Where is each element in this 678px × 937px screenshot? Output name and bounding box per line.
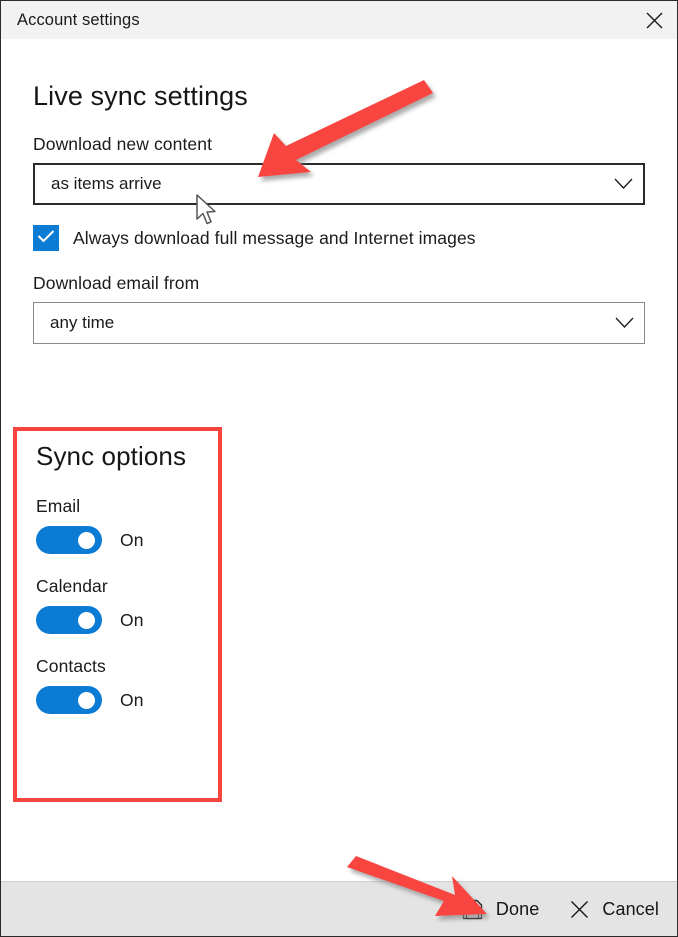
download-email-from-label: Download email from bbox=[33, 273, 200, 293]
dialog-footer: Done Cancel bbox=[1, 881, 677, 936]
close-icon bbox=[645, 11, 664, 30]
sync-toggle-email-row[interactable]: On bbox=[36, 526, 218, 554]
always-download-checkbox-row[interactable]: Always download full message and Interne… bbox=[33, 225, 645, 251]
sync-toggle-email-state: On bbox=[120, 529, 144, 550]
download-new-content-dropdown[interactable]: as items arrive bbox=[33, 163, 645, 205]
sync-toggle-calendar-row[interactable]: On bbox=[36, 606, 218, 634]
done-button[interactable]: Done bbox=[461, 897, 539, 921]
sync-toggle-contacts: Contacts On bbox=[36, 656, 218, 714]
page-title: Live sync settings bbox=[33, 81, 248, 111]
download-new-content-value: as items arrive bbox=[51, 174, 162, 193]
contacts-toggle-switch[interactable] bbox=[36, 686, 102, 714]
save-floppy-icon bbox=[461, 897, 485, 921]
download-new-content-label: Download new content bbox=[33, 134, 213, 154]
sync-toggle-contacts-state: On bbox=[120, 689, 144, 710]
sync-toggle-calendar: Calendar On bbox=[36, 576, 218, 634]
download-email-from-value: any time bbox=[50, 313, 115, 332]
sync-options-title: Sync options bbox=[36, 441, 187, 471]
cancel-button-label: Cancel bbox=[602, 898, 659, 919]
always-download-checkbox[interactable] bbox=[33, 225, 59, 251]
sync-toggle-contacts-label: Contacts bbox=[36, 656, 106, 676]
download-email-from-dropdown[interactable]: any time bbox=[33, 302, 645, 344]
account-settings-window: Account settings Live sync settings Down… bbox=[0, 0, 678, 937]
toggle-knob bbox=[78, 611, 95, 629]
sync-toggle-contacts-row[interactable]: On bbox=[36, 686, 218, 714]
sync-toggle-email-label: Email bbox=[36, 496, 81, 516]
close-window-button[interactable] bbox=[631, 1, 677, 39]
settings-content: Live sync settings Download new content … bbox=[1, 39, 677, 881]
cancel-button[interactable]: Cancel bbox=[567, 897, 659, 921]
window-title: Account settings bbox=[17, 10, 140, 29]
chevron-down-icon bbox=[603, 178, 643, 190]
close-x-icon bbox=[567, 897, 591, 921]
done-button-label: Done bbox=[495, 898, 540, 919]
always-download-checkbox-label: Always download full message and Interne… bbox=[73, 227, 476, 248]
toggle-knob bbox=[78, 691, 95, 709]
sync-toggle-email: Email On bbox=[36, 496, 218, 554]
checkmark-icon bbox=[37, 229, 55, 248]
title-bar: Account settings bbox=[1, 1, 677, 39]
calendar-toggle-switch[interactable] bbox=[36, 606, 102, 634]
sync-toggle-calendar-label: Calendar bbox=[36, 576, 108, 596]
sync-toggle-calendar-state: On bbox=[120, 609, 144, 630]
chevron-down-icon bbox=[604, 317, 644, 329]
email-toggle-switch[interactable] bbox=[36, 526, 102, 554]
toggle-knob bbox=[78, 531, 95, 549]
sync-options-section: Sync options Email On Calendar On Contac… bbox=[13, 427, 222, 802]
